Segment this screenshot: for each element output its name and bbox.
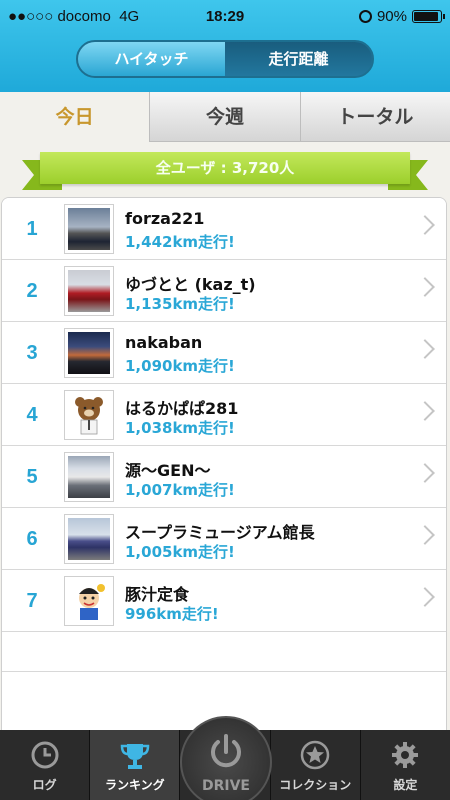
nav-collection[interactable]: コレクション (271, 730, 361, 800)
user-name: はるかぱぱ281 (125, 399, 239, 418)
distance-label: 1,005km走行! (125, 543, 235, 561)
chevron-right-icon (415, 339, 435, 359)
rank-number: 7 (26, 590, 38, 612)
chevron-right-icon (415, 525, 435, 545)
clock-icon (31, 741, 59, 769)
user-thumbnail (64, 514, 114, 564)
battery-icon (412, 10, 445, 23)
rank-number: 2 (26, 280, 38, 302)
bear-avatar-icon (68, 394, 110, 436)
ranking-row-7[interactable]: 7 豚汁定食 996km走行! (2, 570, 446, 632)
ranking-row-6[interactable]: 6 スープラミュージアム館長 1,005km走行! (2, 508, 446, 570)
user-thumbnail (64, 328, 114, 378)
nav-settings-label: 設定 (393, 778, 418, 792)
status-right: 90% (358, 8, 445, 25)
rank-number: 5 (26, 466, 38, 488)
distance-label: 1,442km走行! (125, 233, 235, 251)
rank-number: 3 (26, 342, 38, 364)
rank-number: 1 (26, 218, 38, 240)
status-bar: ●●○○○ docomo 4G 18:29 90% (0, 0, 450, 34)
user-name: forza221 (125, 209, 205, 228)
drive-button[interactable]: DRIVE (180, 716, 272, 800)
user-name: nakaban (125, 333, 203, 352)
chevron-right-icon (415, 277, 435, 297)
hightouch-toggle[interactable]: ハイタッチ (78, 42, 225, 76)
distance-label: 1,038km走行! (125, 419, 235, 437)
distance-label: 1,135km走行! (125, 295, 235, 313)
user-thumbnail (64, 204, 114, 254)
tab-today[interactable]: 今日 (0, 92, 150, 142)
nav-log-label: ログ (32, 778, 57, 792)
user-thumbnail (64, 266, 114, 316)
user-count-label: 全ユーザ : 3,720人 (40, 152, 410, 184)
drive-label: DRIVE (201, 778, 250, 794)
nav-ranking[interactable]: ランキング (90, 730, 181, 800)
chevron-right-icon (415, 587, 435, 607)
ranking-content: 全ユーザ : 3,720人 1 forza221 1,442km走行! 2 ゆづ… (0, 142, 450, 730)
user-name: 源〜GEN〜 (125, 461, 211, 480)
ranking-row-2[interactable]: 2 ゆづとと (kaz_t) 1,135km走行! (2, 260, 446, 322)
mode-switch: ハイタッチ 走行距離 (76, 40, 374, 78)
ranking-row-5[interactable]: 5 源〜GEN〜 1,007km走行! (2, 446, 446, 508)
ranking-row-1[interactable]: 1 forza221 1,442km走行! (2, 198, 446, 260)
chevron-right-icon (415, 401, 435, 421)
user-thumbnail (64, 390, 114, 440)
star-icon (300, 740, 330, 770)
nav-collection-label: コレクション (279, 778, 352, 792)
rank-number: 4 (26, 404, 38, 426)
ranking-row-4[interactable]: 4 はるかぱぱ281 1,038km走行! (2, 384, 446, 446)
distance-label: 1,007km走行! (125, 481, 235, 499)
nav-settings[interactable]: 設定 (361, 730, 450, 800)
app-header: ●●○○○ docomo 4G 18:29 90% ハイタッチ 走行距離 (0, 0, 450, 92)
power-icon (211, 734, 241, 768)
alarm-icon (358, 10, 372, 23)
user-name: ゆづとと (kaz_t) (125, 275, 256, 294)
user-count-ribbon: 全ユーザ : 3,720人 (22, 152, 428, 194)
chevron-right-icon (415, 215, 435, 235)
user-name: スープラミュージアム館長 (125, 523, 315, 542)
tab-week[interactable]: 今週 (149, 92, 300, 142)
chevron-right-icon (415, 463, 435, 483)
rank-number: 6 (26, 528, 38, 550)
nav-ranking-label: ランキング (104, 778, 165, 792)
user-thumbnail (64, 576, 114, 626)
period-tabs: 今日 今週 トータル (0, 92, 450, 142)
distance-label: 996km走行! (125, 605, 219, 623)
cartoon-avatar-icon (68, 580, 110, 622)
ranking-row-partial[interactable] (2, 632, 446, 672)
trophy-icon (120, 744, 150, 769)
nav-log[interactable]: ログ (0, 730, 91, 800)
ranking-list: 1 forza221 1,442km走行! 2 ゆづとと (kaz_t) 1,1… (1, 197, 447, 730)
distance-toggle[interactable]: 走行距離 (225, 42, 372, 76)
user-name: 豚汁定食 (125, 585, 190, 604)
user-thumbnail (64, 452, 114, 502)
gear-icon (392, 742, 419, 768)
ranking-row-3[interactable]: 3 nakaban 1,090km走行! (2, 322, 446, 384)
distance-label: 1,090km走行! (125, 357, 235, 375)
tab-total[interactable]: トータル (299, 92, 450, 142)
battery-percent: 90% (376, 8, 407, 25)
